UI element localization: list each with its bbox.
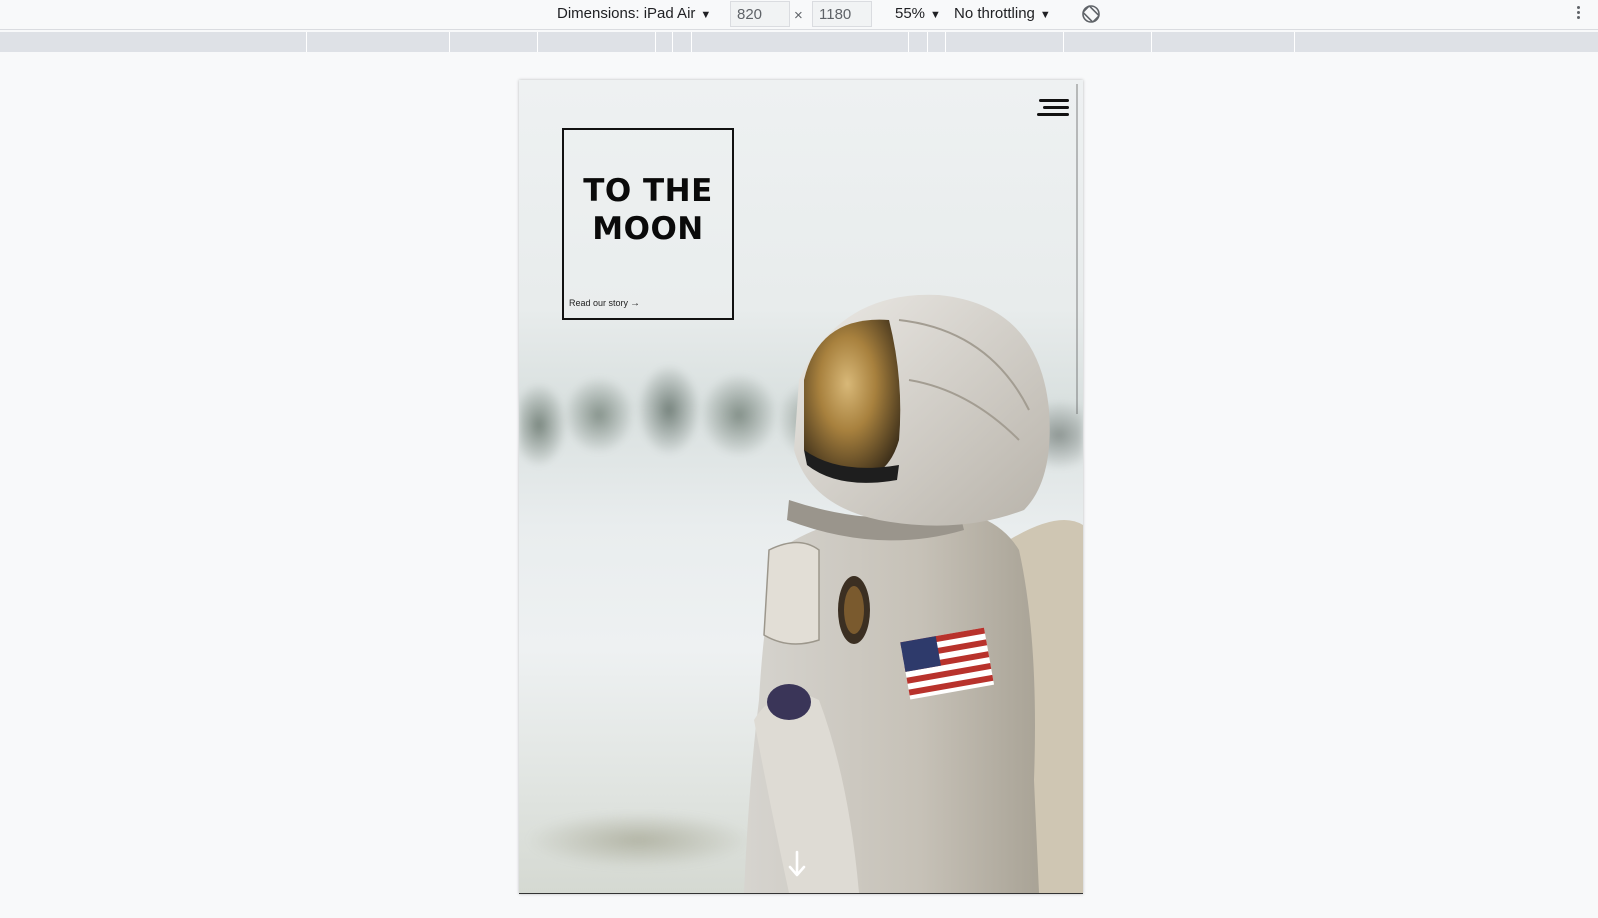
zoom-label: 55%: [895, 5, 926, 22]
media-query-tick: [691, 32, 692, 52]
media-query-tick: [945, 32, 946, 52]
media-query-tick: [1294, 32, 1295, 52]
media-query-tick: [908, 32, 909, 52]
rotate-icon[interactable]: [1080, 3, 1102, 25]
more-vert-icon[interactable]: [1574, 4, 1582, 26]
device-dimensions-label: Dimensions: iPad Air: [557, 5, 696, 22]
arrow-right-icon: →: [630, 298, 641, 309]
device-toolbar: Dimensions: iPad Air ▼ × 55% ▼ No throttli…: [0, 0, 1598, 30]
caret-down-icon: ▼: [1039, 9, 1051, 21]
zoom-dropdown[interactable]: 55% ▼: [895, 5, 941, 22]
dimension-separator: ×: [794, 7, 803, 24]
throttling-label: No throttling: [954, 5, 1035, 22]
device-dimensions-dropdown[interactable]: Dimensions: iPad Air ▼: [557, 5, 711, 22]
media-query-tick: [1151, 32, 1152, 52]
media-query-tick: [927, 32, 928, 52]
media-query-bar[interactable]: [0, 32, 1598, 52]
page-scrollbar[interactable]: [1076, 84, 1078, 414]
hero-headline: TO THE MOON: [564, 172, 732, 248]
hero-card: TO THE MOON Read our story →: [562, 128, 734, 320]
media-query-tick: [672, 32, 673, 52]
hamburger-menu-icon[interactable]: [1037, 98, 1069, 118]
media-query-tick: [537, 32, 538, 52]
media-query-tick: [449, 32, 450, 52]
hero-headline-line2: MOON: [592, 211, 704, 247]
caret-down-icon: ▼: [930, 9, 941, 21]
hero-headline-line1: TO THE: [583, 173, 713, 209]
width-input[interactable]: [730, 1, 790, 27]
media-query-tick: [655, 32, 656, 52]
read-story-label: Read our story: [569, 298, 629, 308]
read-story-link[interactable]: Read our story →: [569, 298, 640, 309]
media-query-tick: [306, 32, 307, 52]
device-viewport: TO THE MOON Read our story →: [519, 80, 1083, 894]
media-query-tick: [1063, 32, 1064, 52]
caret-down-icon: ▼: [700, 9, 712, 21]
height-input[interactable]: [812, 1, 872, 27]
arrow-down-icon[interactable]: [787, 850, 807, 878]
throttling-dropdown[interactable]: No throttling ▼: [954, 5, 1051, 22]
